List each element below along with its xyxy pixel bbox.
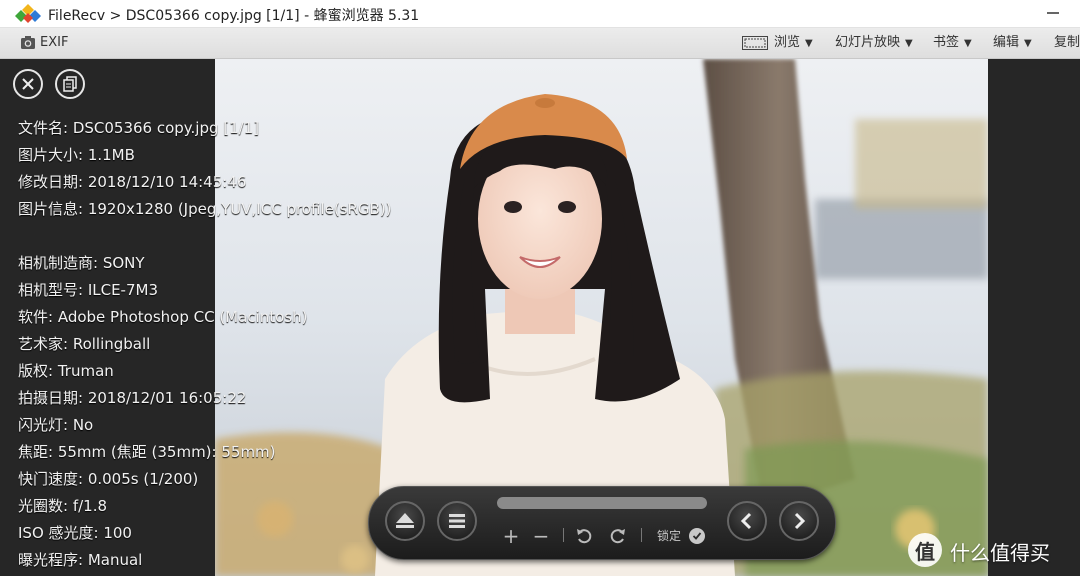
hamburger-icon xyxy=(449,514,465,528)
info-focal-length: 焦距: 55mm (焦距 (35mm): 55mm) xyxy=(18,443,276,461)
menu-button[interactable] xyxy=(437,501,477,541)
info-aperture: 光圈数: f/1.8 xyxy=(18,497,108,515)
camera-icon[interactable] xyxy=(20,35,36,50)
chevron-down-icon: ▼ xyxy=(805,38,813,49)
chevron-left-icon xyxy=(740,512,752,530)
slideshow-menu-label: 幻灯片放映 xyxy=(835,35,901,50)
info-exposure-program: 曝光程序: Manual xyxy=(18,551,143,569)
info-image-info: 图片信息: 1920x1280 (Jpeg,YUV,ICC profile(sR… xyxy=(18,200,392,218)
lock-toggle[interactable] xyxy=(689,528,705,544)
info-software: 软件: Adobe Photoshop CC (Macintosh) xyxy=(18,308,308,326)
right-side-panel xyxy=(988,59,1080,576)
copy-document-icon xyxy=(63,76,77,92)
next-image-button[interactable] xyxy=(779,501,819,541)
info-artist: 艺术家: Rollingball xyxy=(18,335,151,353)
info-filename: 文件名: DSC05366 copy.jpg [1/1] xyxy=(18,119,260,137)
chevron-down-icon: ▼ xyxy=(1024,38,1032,49)
watermark-logo: 值 xyxy=(908,533,942,567)
zoom-in-button[interactable]: + xyxy=(501,525,521,547)
lock-label: 锁定 xyxy=(657,529,682,543)
info-capture-date: 拍摄日期: 2018/12/01 16:05:22 xyxy=(18,389,247,407)
info-iso: ISO 感光度: 100 xyxy=(18,524,132,542)
view-mode-icon[interactable] xyxy=(742,36,768,50)
info-camera-model: 相机型号: ILCE-7M3 xyxy=(18,281,158,299)
eject-icon xyxy=(396,513,414,528)
watermark-text: 什么值得买 xyxy=(950,541,1050,565)
toolbar: EXIF 浏览 ▼ 幻灯片放映 ▼ 书签 ▼ 编辑 ▼ 复制 xyxy=(0,28,1080,59)
view-menu[interactable]: 浏览 ▼ xyxy=(774,28,813,58)
edit-menu[interactable]: 编辑 ▼ xyxy=(993,28,1032,58)
navigation-slider[interactable] xyxy=(497,497,707,509)
checkmark-icon xyxy=(692,532,702,540)
info-flash: 闪光灯: No xyxy=(18,416,94,434)
rotate-right-icon[interactable] xyxy=(609,527,627,545)
bookmark-menu-label: 书签 xyxy=(933,35,960,50)
view-menu-label: 浏览 xyxy=(774,35,801,50)
divider xyxy=(641,528,642,542)
rotate-left-icon[interactable] xyxy=(575,527,593,545)
info-modified-date: 修改日期: 2018/12/10 14:45:46 xyxy=(18,173,247,191)
zoom-out-button[interactable]: − xyxy=(531,525,551,547)
chevron-down-icon: ▼ xyxy=(964,38,972,49)
exif-button[interactable]: EXIF xyxy=(40,28,68,58)
slideshow-menu[interactable]: 幻灯片放映 ▼ xyxy=(835,28,913,58)
app-logo-icon xyxy=(15,4,41,23)
info-shutter-speed: 快门速度: 0.005s (1/200) xyxy=(18,470,199,488)
minimize-icon[interactable] xyxy=(1046,6,1060,20)
window-title: FileRecv > DSC05366 copy.jpg [1/1] - 蜂蜜浏… xyxy=(48,8,420,24)
copy-info-button[interactable] xyxy=(55,69,85,99)
edit-menu-label: 编辑 xyxy=(993,35,1020,50)
info-filesize: 图片大小: 1.1MB xyxy=(18,146,135,164)
copy-menu[interactable]: 复制 xyxy=(1054,28,1080,58)
title-bar: FileRecv > DSC05366 copy.jpg [1/1] - 蜂蜜浏… xyxy=(0,0,1080,28)
bookmark-menu[interactable]: 书签 ▼ xyxy=(933,28,972,58)
info-copyright: 版权: Truman xyxy=(18,362,114,380)
eject-button[interactable] xyxy=(385,501,425,541)
divider xyxy=(563,528,564,542)
viewer-control-bar: + − 锁定 xyxy=(368,486,836,560)
chevron-down-icon: ▼ xyxy=(905,38,913,49)
close-panel-button[interactable] xyxy=(13,69,43,99)
close-icon xyxy=(22,78,34,90)
chevron-right-icon xyxy=(794,512,806,530)
previous-image-button[interactable] xyxy=(727,501,767,541)
info-camera-make: 相机制造商: SONY xyxy=(18,254,145,272)
